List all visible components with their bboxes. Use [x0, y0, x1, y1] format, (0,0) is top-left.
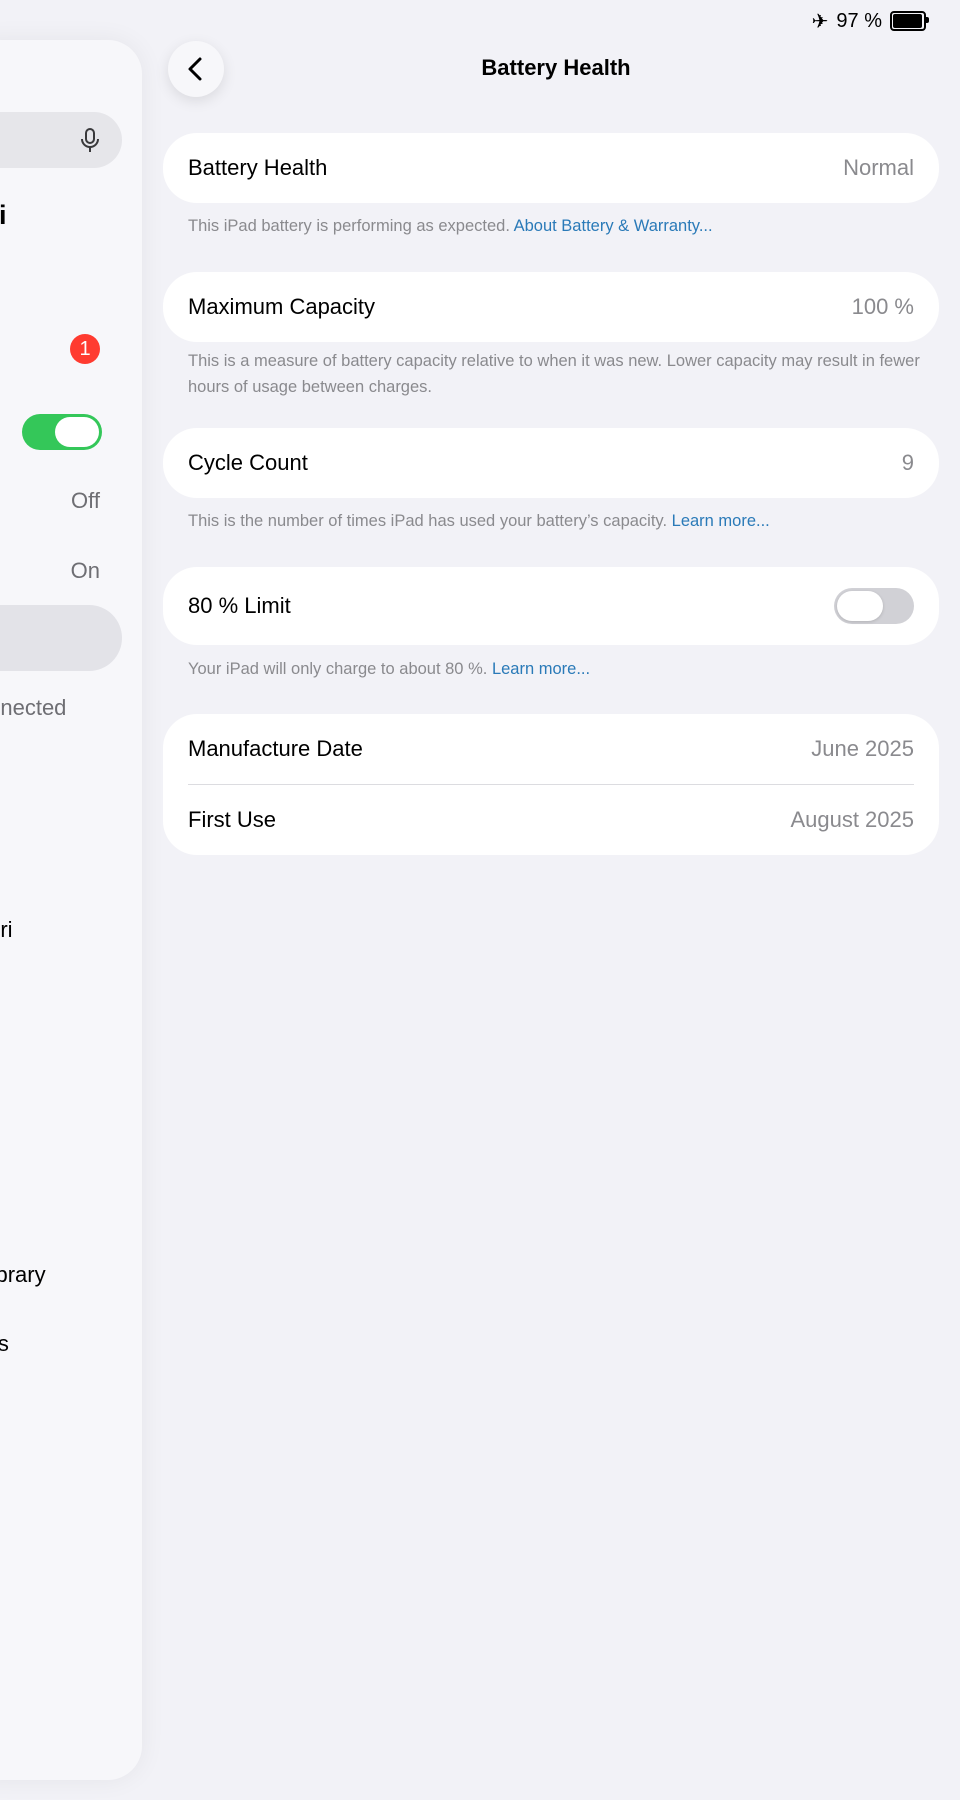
max-capacity-group: Maximum Capacity 100 %	[163, 272, 939, 342]
cycle-count-row: Cycle Count 9	[163, 428, 939, 498]
max-capacity-value: 100 %	[851, 294, 914, 319]
about-battery-warranty-link[interactable]: About Battery & Warranty...	[514, 217, 713, 235]
settings-sidebar: emi loud ble 1 Off On Connected & Siri s…	[0, 40, 142, 1780]
sidebar-item-selected[interactable]	[0, 605, 122, 671]
first-use-label: First Use	[188, 807, 276, 832]
page-title: Battery Health	[481, 55, 631, 80]
notification-badge: 1	[70, 334, 100, 364]
limit-footer: Your iPad will only charge to about 80 %…	[188, 656, 923, 682]
max-capacity-row: Maximum Capacity 100 %	[163, 272, 939, 342]
airplane-icon: ✈	[811, 10, 829, 33]
battery-health-row: Battery Health Normal	[163, 133, 939, 203]
battery-health-value: Normal	[843, 155, 914, 180]
limit-group: 80 % Limit	[163, 567, 939, 645]
sidebar-item-siri[interactable]: & Siri	[0, 917, 13, 943]
max-capacity-footer: This is a measure of battery capacity re…	[188, 352, 920, 396]
learn-more-link[interactable]: Learn more...	[492, 660, 590, 678]
limit-label: 80 % Limit	[188, 593, 291, 618]
battery-health-group: Battery Health Normal	[163, 133, 939, 203]
search-field[interactable]	[0, 112, 122, 168]
max-capacity-label: Maximum Capacity	[188, 294, 376, 319]
cycle-count-group: Cycle Count 9	[163, 428, 939, 498]
cycle-count-value: 9	[901, 450, 914, 475]
sidebar-item-value: Connected	[0, 695, 67, 720]
limit-toggle[interactable]	[834, 588, 914, 624]
limit-row: 80 % Limit	[163, 567, 939, 645]
manufacture-date-value: June 2025	[811, 736, 914, 761]
battery-health-footer: This iPad battery is performing as expec…	[188, 213, 923, 239]
first-use-value: August 2025	[790, 807, 914, 832]
manufacture-date-label: Manufacture Date	[188, 736, 363, 761]
footer-text: This iPad battery is performing as expec…	[188, 217, 510, 235]
microphone-icon[interactable]	[76, 126, 104, 154]
footer-text: Your iPad will only charge to about 80 %…	[188, 660, 488, 678]
battery-percent: 97 %	[836, 9, 882, 32]
first-use-row: First Use August 2025	[163, 785, 939, 855]
battery-icon	[890, 11, 929, 31]
status-bar: ✈ 97 %	[811, 8, 929, 34]
cycle-count-footer: This is the number of times iPad has use…	[188, 508, 923, 534]
sidebar-item-value: Off	[71, 488, 100, 513]
cycle-count-label: Cycle Count	[188, 450, 308, 475]
sidebar-item-app-library[interactable]: p Library	[0, 1262, 46, 1288]
manufacture-date-row: Manufacture Date June 2025	[163, 714, 939, 784]
footer-text: This is the number of times iPad has use…	[188, 512, 668, 530]
sidebar-toggle[interactable]	[22, 414, 102, 450]
account-name[interactable]: emi	[0, 200, 7, 231]
dates-group: Manufacture Date June 2025 First Use Aug…	[163, 714, 939, 855]
battery-health-label: Battery Health	[188, 155, 328, 180]
sidebar-item-label[interactable]: tures	[0, 1331, 9, 1357]
sidebar-item-value: On	[70, 558, 100, 583]
learn-more-link[interactable]: Learn more...	[672, 512, 770, 530]
